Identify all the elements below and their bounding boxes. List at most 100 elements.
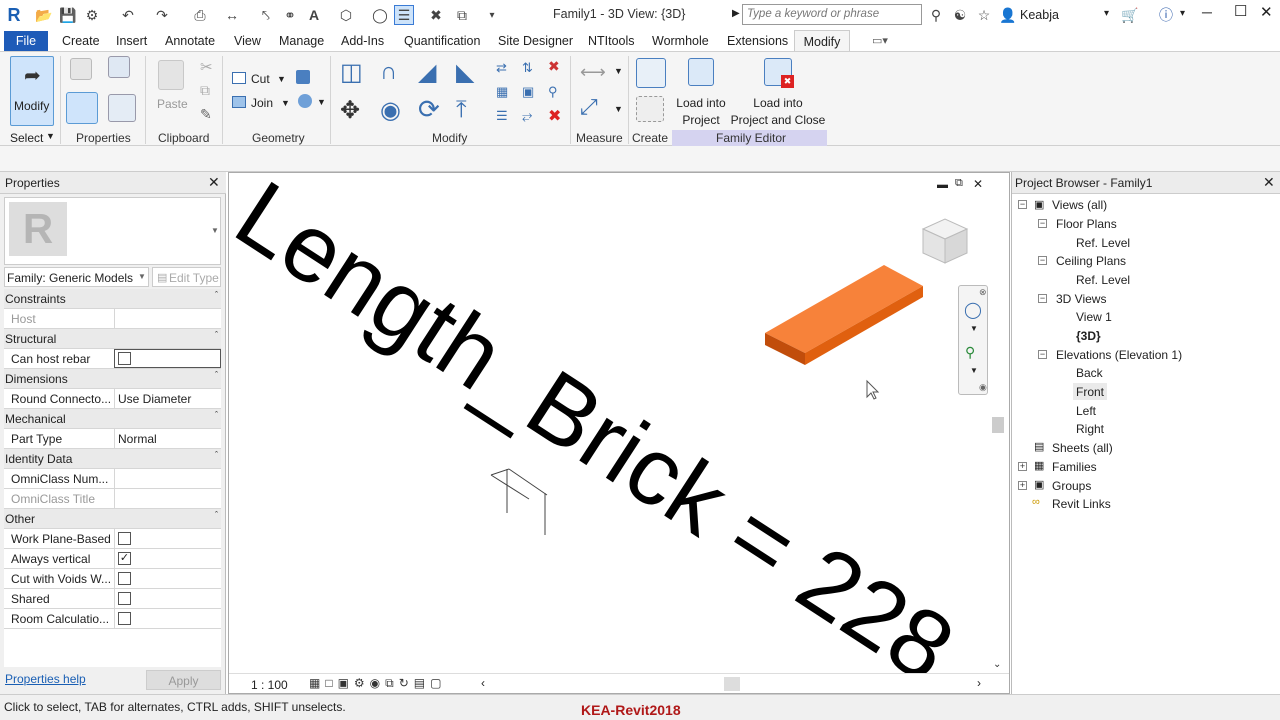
tab-file[interactable]: File (4, 31, 48, 51)
close-icon[interactable]: ✕ (1260, 3, 1273, 21)
vertical-scrollbar[interactable] (991, 405, 1005, 681)
tree-ceiling-plans[interactable]: Ceiling Plans (1056, 254, 1126, 268)
type-properties-icon[interactable] (108, 94, 136, 122)
zoom-region-icon[interactable]: ⚲ (965, 344, 975, 361)
create-similar-icon[interactable] (636, 96, 664, 122)
select-dropdown-icon[interactable]: ▼ (46, 131, 55, 141)
scroll-right-icon[interactable]: › (977, 676, 981, 690)
navbar-options-icon[interactable]: ◉ (979, 382, 987, 393)
open-icon[interactable]: 📂 (34, 5, 54, 25)
customize-qat-icon[interactable]: ▾ (482, 5, 502, 25)
tab-site-designer[interactable]: Site Designer (498, 34, 573, 48)
tree-floor-plan-ref-level[interactable]: Ref. Level (1076, 236, 1130, 250)
cut-dropdown-icon[interactable]: ▼ (277, 74, 286, 84)
apply-button[interactable]: Apply (146, 670, 221, 690)
switch-windows-icon[interactable]: ⧉ (452, 5, 472, 25)
collapse-icon[interactable]: − (1038, 256, 1047, 265)
drawing-area-3d-view[interactable]: ▬ ⧉ ✕ Length_Brick = 228 ⊗ ◯ ▼ ⚲ ▼ ◉ ⌄ 1… (228, 172, 1010, 694)
can-host-rebar-checkbox[interactable] (118, 352, 131, 365)
prop-omniclass-num-value[interactable] (114, 469, 221, 488)
help-icon[interactable]: ⓘ (1156, 5, 1176, 25)
instance-filter-dropdown[interactable]: Family: Generic Models ▼ (4, 267, 149, 287)
collapse-icon[interactable]: ˆ (215, 290, 218, 300)
load-into-project-button[interactable]: Load into Project (676, 96, 726, 127)
viewcube[interactable] (919, 215, 971, 265)
3d-view-icon[interactable]: ⬡ (336, 5, 356, 25)
brick-element[interactable] (765, 265, 923, 365)
tree-view-1[interactable]: View 1 (1076, 310, 1112, 324)
expand-icon[interactable]: + (1018, 462, 1027, 471)
scroll-down-icon[interactable]: ⌄ (993, 659, 1001, 670)
rotate-icon[interactable]: ⟳ (418, 94, 440, 125)
shared-checkbox[interactable] (118, 592, 131, 605)
mirror-draw-icon[interactable]: ◣ (456, 58, 474, 87)
properties-help-link[interactable]: Properties help (5, 672, 86, 686)
split-gap-icon[interactable]: ⇅ (522, 60, 533, 76)
measure-dropdown-icon[interactable]: ▼ (614, 66, 623, 76)
cut-label[interactable]: Cut (251, 72, 270, 86)
binoculars-icon[interactable]: ⚲ (926, 5, 946, 25)
type-selector[interactable]: R ▼ (4, 197, 221, 265)
extend-icon[interactable]: ⥂ (522, 108, 532, 124)
tab-insert[interactable]: Insert (116, 34, 147, 48)
cart-icon[interactable]: 🛒 (1120, 5, 1140, 25)
tree-3d-view-active[interactable]: {3D} (1076, 329, 1101, 343)
ribbon-minimize-icon[interactable]: ▭▾ (872, 34, 888, 47)
modify-button[interactable]: ➦ Modify (10, 56, 54, 126)
navbar-close-icon[interactable]: ⊗ (979, 287, 987, 298)
favorites-star-icon[interactable]: ☆ (974, 5, 994, 25)
join-dropdown-icon[interactable]: ▼ (281, 98, 290, 108)
offset-icon[interactable]: ∩ (380, 58, 397, 86)
edit-type-button[interactable]: ▤ Edit Type (152, 267, 221, 287)
tree-elevation-right[interactable]: Right (1076, 422, 1104, 436)
type-selector-dropdown-icon[interactable]: ▼ (211, 226, 219, 235)
measure-qat-icon[interactable]: ↔ (222, 5, 242, 25)
properties-icon[interactable] (66, 92, 98, 124)
scale-icon[interactable]: ▣ (522, 84, 534, 100)
tab-view[interactable]: View (234, 34, 261, 48)
match-properties-icon[interactable]: ✎ (200, 106, 212, 123)
text-icon[interactable]: A (304, 5, 324, 25)
tag-icon[interactable]: ⚭ (280, 5, 300, 25)
unjoin-icon[interactable] (296, 70, 310, 84)
section-other[interactable]: Other ˆ (4, 509, 221, 529)
tree-revit-links[interactable]: Revit Links (1052, 497, 1111, 511)
trim-icon[interactable]: ⤒ (456, 96, 467, 124)
section-icon[interactable]: ◯ (370, 5, 390, 25)
geometry-dropdown-icon[interactable]: ▼ (317, 97, 326, 107)
delete-icon[interactable]: ✖ (548, 106, 561, 126)
zoom-dropdown-icon[interactable]: ▼ (970, 366, 978, 375)
prop-round-connector-value[interactable]: Use Diameter (114, 389, 221, 408)
steering-wheel-icon[interactable]: ◯ (964, 300, 982, 320)
collapse-icon[interactable]: ˆ (215, 410, 218, 420)
copy-icon[interactable]: ⧉ (200, 82, 210, 99)
unpin-icon[interactable]: ✖ (548, 58, 560, 75)
tab-quantification[interactable]: Quantification (404, 34, 480, 48)
load-into-project-and-close-button[interactable]: Load into Project and Close (730, 96, 826, 127)
collapse-icon[interactable]: − (1038, 294, 1047, 303)
tree-elevation-back[interactable]: Back (1076, 366, 1103, 380)
collapse-icon[interactable]: ˆ (215, 450, 218, 460)
browser-close-icon[interactable]: ✕ (1263, 174, 1275, 191)
user-name[interactable]: Keabja (1020, 8, 1059, 22)
section-structural[interactable]: Structural ˆ (4, 329, 221, 349)
print-icon[interactable]: ⎙ (190, 5, 210, 25)
load-and-close-icon[interactable]: ✖ (764, 58, 794, 88)
redo-icon[interactable]: ↷ (152, 5, 172, 25)
tree-3d-views[interactable]: 3D Views (1056, 292, 1106, 306)
tab-annotate[interactable]: Annotate (165, 34, 215, 48)
expand-icon[interactable]: + (1018, 481, 1027, 490)
cut-voids-checkbox[interactable] (118, 572, 131, 585)
dimension-label[interactable]: Length_Brick = 228 (229, 173, 972, 694)
thin-lines-icon[interactable]: ☰ (394, 5, 414, 25)
pin-icon[interactable]: ⚲ (548, 84, 558, 100)
section-identity-data[interactable]: Identity Data ˆ (4, 449, 221, 469)
tree-sheets[interactable]: Sheets (all) (1052, 441, 1113, 455)
tab-ntitools[interactable]: NTItools (588, 34, 635, 48)
vertical-scroll-thumb[interactable] (992, 417, 1004, 433)
prop-part-type-value[interactable]: Normal (114, 429, 221, 448)
cut-geometry-icon[interactable] (232, 72, 246, 84)
user-dropdown-icon[interactable]: ▾ (1104, 8, 1109, 19)
collapse-icon[interactable]: ˆ (215, 370, 218, 380)
maximize-icon[interactable]: ☐ (1234, 2, 1247, 20)
